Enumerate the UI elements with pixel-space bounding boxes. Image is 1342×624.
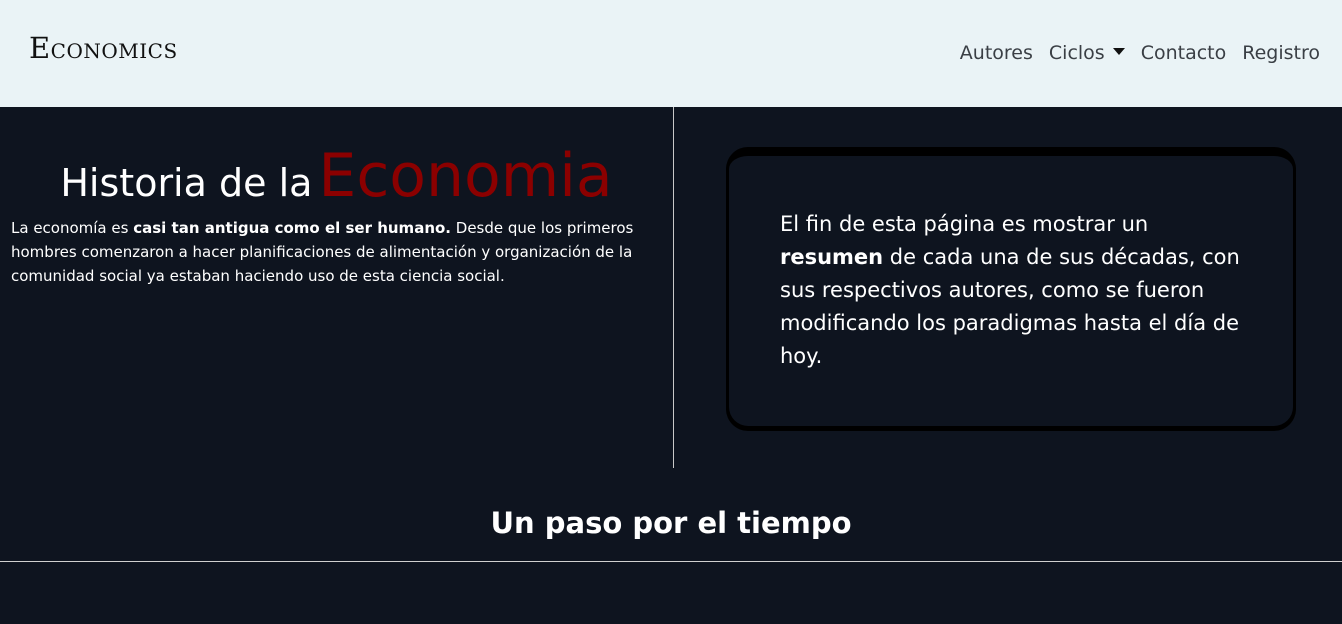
brand-logo[interactable]: Economics [29, 34, 178, 63]
summary-text-bold: resumen [780, 245, 884, 269]
section-title: Un paso por el tiempo [490, 506, 852, 540]
hero-intro-paragraph: La economía es casi tan antigua como el … [11, 216, 671, 288]
summary-card-text: El fin de esta página es mostrar un resu… [780, 208, 1250, 373]
caret-down-icon [1112, 48, 1125, 55]
navbar: Economics Autores Ciclos Contacto Regist… [0, 0, 1342, 107]
hero-intro-bold: casi tan antigua como el ser humano. [133, 219, 451, 237]
hero-title-part1: Historia de la [60, 161, 313, 205]
column-divider [673, 107, 674, 468]
hero-title: Historia de la Economia [0, 141, 673, 211]
nav-link-autores[interactable]: Autores [960, 40, 1033, 66]
nav-dropdown-ciclos[interactable]: Ciclos [1049, 40, 1125, 66]
main-nav: Autores Ciclos Contacto Registro [960, 40, 1320, 66]
summary-card: El fin de esta página es mostrar un resu… [726, 147, 1296, 429]
summary-text-start: El fin de esta página es mostrar un [780, 212, 1149, 236]
hero-left-column: Historia de la Economia La economía es ca… [0, 107, 673, 468]
section-divider [0, 561, 1342, 562]
nav-dropdown-ciclos-label: Ciclos [1048, 42, 1105, 64]
nav-link-registro[interactable]: Registro [1242, 40, 1320, 66]
hero-title-accent: Economia [318, 141, 613, 211]
hero-intro-start: La economía es [11, 219, 134, 237]
nav-link-contacto[interactable]: Contacto [1141, 40, 1227, 66]
